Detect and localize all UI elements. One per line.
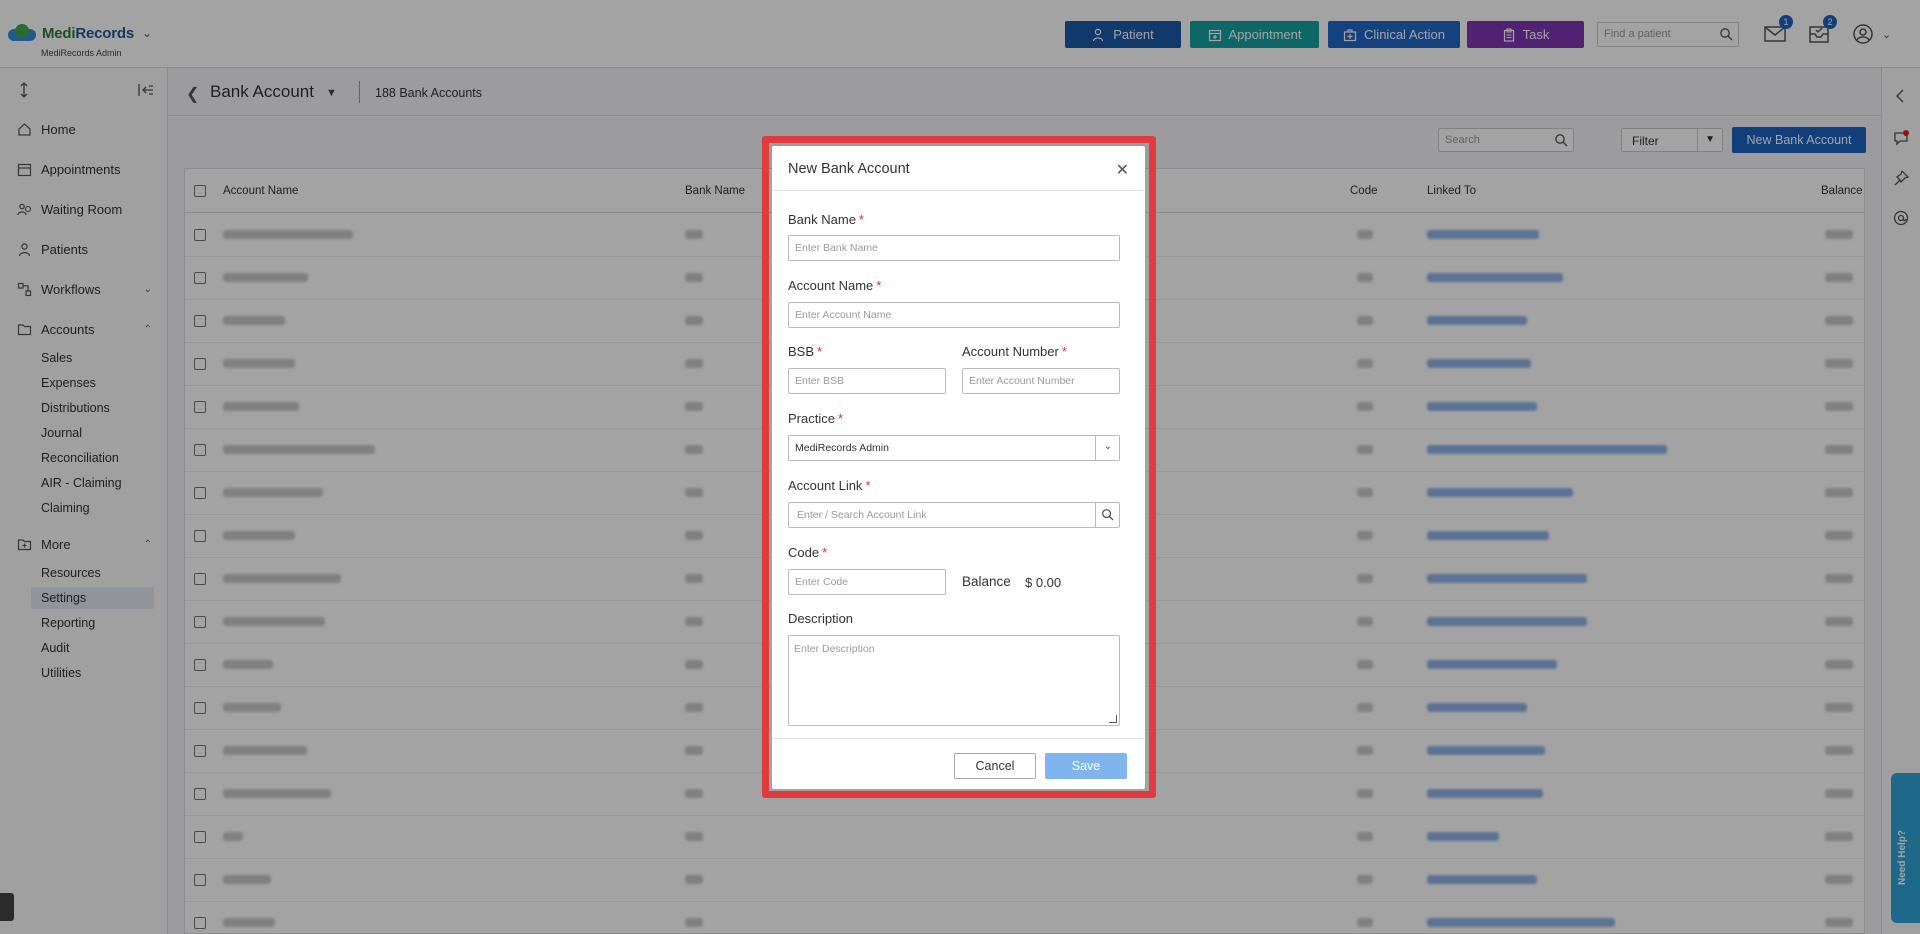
label-text: Account Link	[788, 478, 863, 493]
new-bank-account-dialog: New Bank Account ✕ Bank Name * Enter Bank…	[772, 146, 1145, 789]
resize-handle[interactable]	[1109, 715, 1117, 723]
required-mark: *	[1061, 344, 1067, 359]
modal-header: New Bank Account ✕	[772, 146, 1145, 191]
required-mark: *	[837, 411, 844, 426]
account-link-placeholder: Enter / Search Account Link	[797, 509, 927, 521]
description-placeholder: Enter Description	[794, 643, 875, 655]
code-label: Code *	[788, 545, 827, 560]
practice-label: Practice *	[788, 411, 843, 426]
modal-footer: Cancel Save	[772, 738, 1145, 789]
label-text: Account Number	[962, 344, 1059, 359]
label-text: Account Name	[788, 278, 874, 293]
account-name-input[interactable]: Enter Account Name	[788, 302, 1120, 328]
account-number-label: Account Number *	[962, 344, 1067, 359]
chevron-down-icon[interactable]: ⌄	[1104, 441, 1112, 452]
bsb-input[interactable]: Enter BSB	[788, 368, 946, 394]
description-textarea[interactable]: Enter Description	[788, 635, 1120, 726]
search-icon[interactable]	[1101, 508, 1114, 521]
balance-value: $ 0.00	[1025, 575, 1062, 590]
code-input[interactable]: Enter Code	[788, 569, 946, 595]
account-link-label: Account Link *	[788, 478, 871, 493]
label-text: BSB	[788, 344, 815, 359]
label-text: Bank Name	[788, 212, 856, 227]
bank-name-label: Bank Name *	[788, 212, 864, 227]
label-text: Code	[788, 545, 820, 560]
bank-name-input[interactable]: Enter Bank Name	[788, 235, 1120, 261]
required-mark: *	[822, 545, 828, 560]
account-name-label: Account Name *	[788, 278, 881, 293]
balance-label: Balance	[962, 574, 1011, 589]
bsb-label: BSB *	[788, 344, 822, 359]
account-link-input[interactable]: Enter / Search Account Link	[788, 502, 1120, 528]
save-button[interactable]: Save	[1045, 753, 1127, 779]
required-mark: *	[817, 344, 823, 359]
cancel-button[interactable]: Cancel	[954, 753, 1036, 779]
required-mark: *	[865, 478, 871, 493]
account-number-input[interactable]: Enter Account Number	[962, 368, 1120, 394]
divider	[1095, 436, 1096, 460]
divider	[1095, 503, 1096, 527]
label-text: Practice	[788, 411, 835, 426]
required-mark: *	[876, 278, 882, 293]
modal-title: New Bank Account	[788, 161, 910, 177]
required-mark: *	[858, 212, 864, 227]
practice-select[interactable]: MediRecords Admin ⌄	[788, 435, 1120, 461]
practice-selected-value: MediRecords Admin	[795, 442, 889, 454]
description-label: Description	[788, 611, 854, 626]
close-icon[interactable]: ✕	[1116, 160, 1129, 180]
